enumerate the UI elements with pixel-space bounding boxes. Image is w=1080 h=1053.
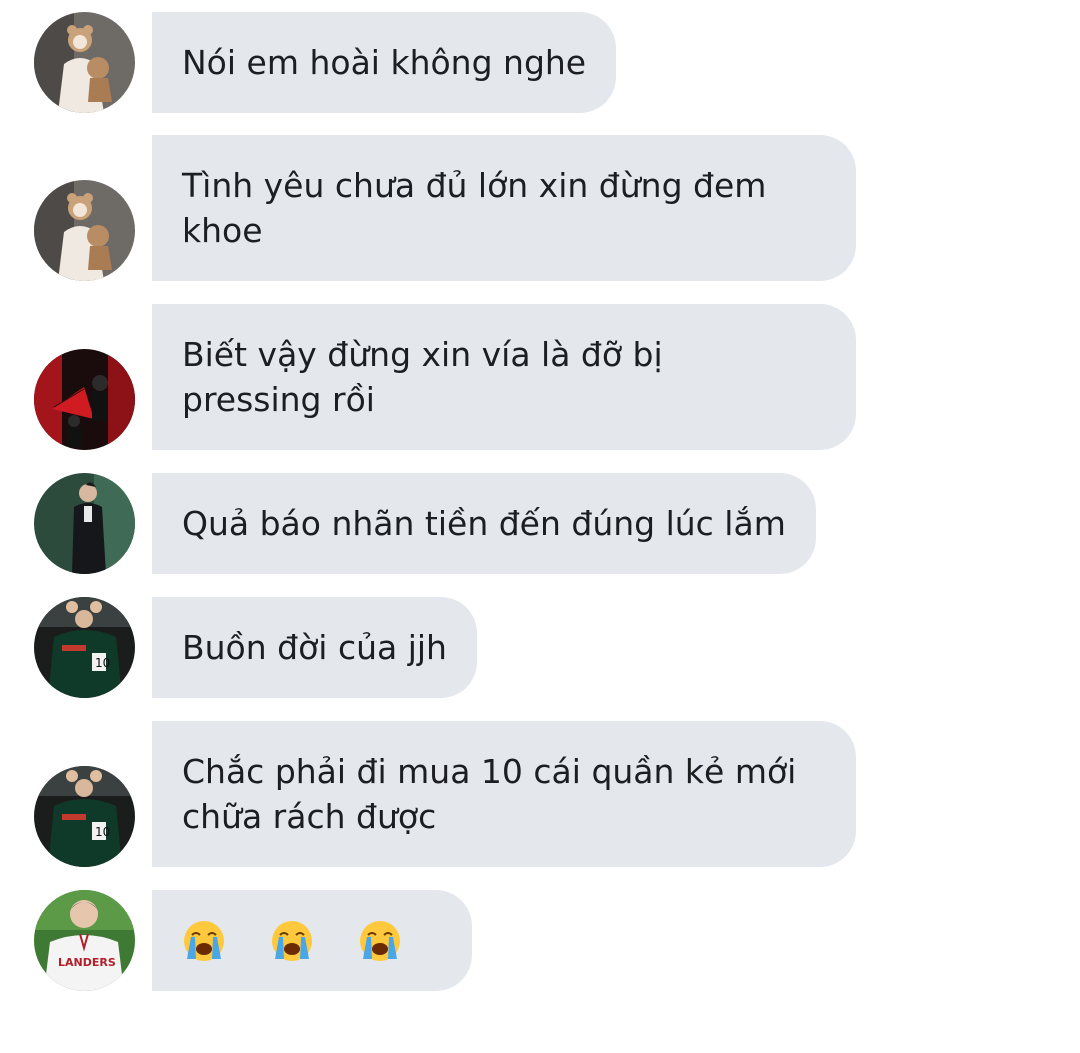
avatar-baseball-jersey[interactable]: LANDERS	[34, 890, 135, 991]
svg-text:10: 10	[95, 825, 110, 839]
message-row: Quả báo nhãn tiền đến đúng lúc lắm	[0, 473, 1080, 574]
avatar-red-fan[interactable]	[34, 349, 135, 450]
message-text: Buồn đời của jjh	[182, 628, 447, 667]
svg-text:LANDERS: LANDERS	[58, 956, 116, 969]
message-row: Biết vậy đừng xin vía là đỡ bị pressing …	[0, 304, 1080, 450]
message-text: Biết vậy đừng xin vía là đỡ bị pressing …	[182, 335, 674, 419]
loudly-crying-face-icon	[270, 829, 354, 1053]
loudly-crying-face-icon	[358, 829, 442, 1053]
message-row: 10 Chắc phải đi mua 10 cái quần kẻ mới c…	[0, 721, 1080, 867]
message-bubble[interactable]: Nói em hoài không nghe	[152, 12, 617, 113]
avatar-girl-with-teddy[interactable]	[34, 180, 135, 281]
message-bubble[interactable]: Tình yêu chưa đủ lớn xin đừng đem khoe	[152, 135, 856, 281]
message-row: 10 Buồn đời của jjh	[0, 597, 1080, 698]
message-bubble[interactable]: Buồn đời của jjh	[152, 597, 477, 698]
message-text: Quả báo nhãn tiền đến đúng lúc lắm	[182, 504, 786, 543]
message-row: Nói em hoài không nghe	[0, 12, 1080, 113]
emoji-row	[182, 829, 442, 1053]
message-text: Tình yêu chưa đủ lớn xin đừng đem khoe	[182, 166, 777, 250]
avatar-jersey-10[interactable]: 10	[34, 597, 135, 698]
svg-text:10: 10	[95, 656, 110, 670]
avatar-man-in-suit[interactable]	[34, 473, 135, 574]
message-row: Tình yêu chưa đủ lớn xin đừng đem khoe	[0, 135, 1080, 281]
loudly-crying-face-icon	[182, 829, 266, 1053]
avatar-jersey-10[interactable]: 10	[34, 766, 135, 867]
message-row: LANDERS	[0, 890, 1080, 991]
message-bubble[interactable]	[152, 890, 472, 991]
avatar-girl-with-teddy[interactable]	[34, 12, 135, 113]
message-text: Chắc phải đi mua 10 cái quần kẻ mới chữa…	[182, 752, 807, 836]
message-bubble[interactable]: Biết vậy đừng xin vía là đỡ bị pressing …	[152, 304, 856, 450]
message-bubble[interactable]: Quả báo nhãn tiền đến đúng lúc lắm	[152, 473, 816, 574]
message-text: Nói em hoài không nghe	[182, 43, 587, 82]
